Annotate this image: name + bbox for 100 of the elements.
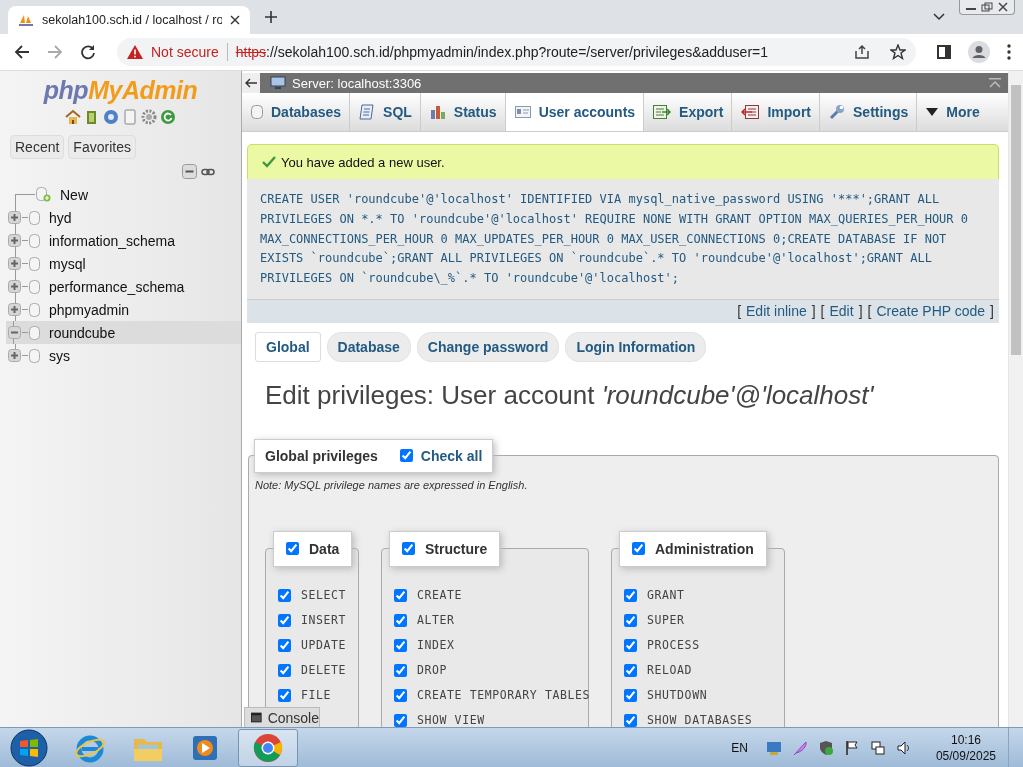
privilege-checkbox[interactable] <box>394 664 407 677</box>
query-link[interactable]: Create PHP code <box>876 303 986 319</box>
checkmark-icon <box>262 156 276 168</box>
database-tree-item[interactable]: information_schema <box>8 229 241 252</box>
link-icon[interactable] <box>201 166 215 177</box>
plus-icon[interactable] <box>264 10 278 24</box>
restore-icon <box>980 2 994 12</box>
sidebar-tab[interactable]: Favorites <box>68 135 136 159</box>
database-icon <box>251 105 263 119</box>
console-bar[interactable]: Console <box>244 707 320 727</box>
check-all-checkbox[interactable] <box>399 449 413 463</box>
collapse-all-icon[interactable] <box>182 164 197 179</box>
window-controls[interactable] <box>959 0 1015 15</box>
sub-tab[interactable]: Database <box>326 332 411 362</box>
feather-icon[interactable] <box>791 739 808 756</box>
plus-icon[interactable] <box>8 211 21 224</box>
nav-tab[interactable]: User accounts <box>505 93 645 131</box>
database-icon <box>29 348 40 363</box>
nav-tab[interactable]: More <box>917 93 986 131</box>
nav-tab[interactable]: SQL <box>350 93 421 131</box>
privilege-checkbox[interactable] <box>394 614 407 627</box>
group-checkbox[interactable] <box>286 542 299 556</box>
query-link[interactable]: Edit <box>829 303 854 319</box>
query-link[interactable]: Edit inline <box>746 303 807 319</box>
privilege-checkbox[interactable] <box>624 589 637 602</box>
help-icon[interactable] <box>103 109 119 125</box>
scrollbar[interactable] <box>1008 71 1023 727</box>
message-text: You have added a new user. <box>281 154 445 170</box>
house-icon[interactable] <box>65 109 81 125</box>
privilege-checkbox[interactable] <box>394 589 407 602</box>
privilege-checkbox[interactable] <box>394 714 407 727</box>
database-tree-item[interactable]: roundcube <box>6 321 241 344</box>
clock[interactable]: 10:16 05/09/2025 <box>935 731 996 764</box>
security-label[interactable]: Not secure <box>151 44 219 60</box>
check-all-label[interactable]: Check all <box>420 448 483 464</box>
sub-tab[interactable]: Change password <box>416 332 560 362</box>
flag-icon[interactable] <box>843 739 860 756</box>
privilege-checkbox[interactable] <box>278 614 291 627</box>
nav-tab[interactable]: Databases <box>242 93 351 131</box>
address-bar[interactable]: Not secure https://sekolah100.sch.id/phpmyadmin/index.php?route=/server/privileges&adduser=1 <box>117 38 916 66</box>
speaker-icon[interactable] <box>895 739 912 756</box>
terminal-icon <box>251 712 262 723</box>
nav-tab[interactable]: Export <box>644 93 733 131</box>
privilege-checkbox[interactable] <box>624 639 637 652</box>
privilege-label: RELOAD <box>647 663 693 678</box>
collapse-up-icon[interactable] <box>988 77 1002 89</box>
start-orb-icon[interactable] <box>10 728 48 767</box>
sidebar-tab[interactable]: Recent <box>10 135 65 159</box>
privilege-checkbox[interactable] <box>394 689 407 702</box>
star-icon[interactable] <box>890 44 906 60</box>
gear-icon[interactable] <box>141 109 157 125</box>
privilege-checkbox[interactable] <box>278 639 291 652</box>
privilege-label: GRANT <box>647 588 685 603</box>
sub-tab[interactable]: Login Information <box>565 332 707 362</box>
nav-tab[interactable]: Import <box>732 93 820 131</box>
plus-icon[interactable] <box>8 280 21 293</box>
privilege-checkbox[interactable] <box>394 639 407 652</box>
nav-tab[interactable]: Status <box>420 93 506 131</box>
group-checkbox[interactable] <box>632 542 645 556</box>
back-arrow-icon[interactable] <box>14 44 30 60</box>
taskbar-app-button[interactable] <box>238 728 298 767</box>
server-title[interactable]: Server: localhost:3306 <box>292 75 422 91</box>
plus-icon[interactable] <box>8 234 21 247</box>
privilege-checkbox[interactable] <box>278 664 291 677</box>
logo[interactable]: phpMyAdmin <box>43 76 198 105</box>
database-tree-item[interactable]: New <box>8 183 241 206</box>
database-tree-item[interactable]: performance_schema <box>8 275 241 298</box>
side-panel-icon[interactable] <box>937 45 951 59</box>
privilege-checkbox[interactable] <box>624 664 637 677</box>
kebab-menu-icon[interactable] <box>1007 44 1011 60</box>
profile-icon[interactable] <box>968 41 990 63</box>
bracket: ] <box>858 303 863 319</box>
group-checkbox[interactable] <box>402 542 415 556</box>
shield-check-icon[interactable] <box>817 739 834 756</box>
plus-icon[interactable] <box>8 349 21 362</box>
forward-arrow-icon[interactable] <box>47 44 63 60</box>
privilege-checkbox[interactable] <box>624 614 637 627</box>
database-icon <box>29 233 40 248</box>
group-title: Structure <box>425 541 488 557</box>
privilege-checkbox[interactable] <box>278 589 291 602</box>
nav-tab[interactable]: Settings <box>820 93 918 131</box>
chevron-down-icon[interactable] <box>933 13 945 21</box>
privilege-label: UPDATE <box>301 638 347 653</box>
database-tree-item[interactable]: sys <box>8 344 241 367</box>
database-tree-item[interactable]: hyd <box>8 206 241 229</box>
share-icon[interactable] <box>854 44 870 60</box>
sub-tab[interactable]: Global <box>255 332 321 362</box>
database-tree-item[interactable]: phpmyadmin <box>8 298 241 321</box>
reload-icon[interactable] <box>80 44 96 60</box>
privilege-checkbox[interactable] <box>624 689 637 702</box>
minus-icon[interactable] <box>8 326 21 339</box>
privilege-checkbox[interactable] <box>278 689 291 702</box>
plus-icon[interactable] <box>8 303 21 316</box>
browser-tab[interactable]: sekolah100.sch.id / localhost / ro <box>8 6 250 34</box>
sql-query: CREATE USER 'roundcube'@'localhost' IDENTIFIED VIA mysql_native_password USING '***';GRANT ALL PRIVILEGES ON *.* TO 'roundcube'@'localhost' REQUIRE NONE WITH GRANT OPTION MAX_QUERIES_PER_HOUR 0 MAX_CONNECTIONS_PER_HOUR 0 MAX_UPDATES_PER_HOUR 0 MAX_USER_CONNECTIONS 0;CREATE DATABASE IF NOT EXISTS `roundcube`;GRANT ALL PRIVILEGES ON `roundcube`.* TO 'roundcube'@'localhost';GRANT ALL PRIVILEGES ON `roundcube\_%`.* TO 'roundcube'@'localhost'; <box>260 191 969 288</box>
close-icon[interactable] <box>230 15 240 25</box>
database-tree-item[interactable]: mysql <box>8 252 241 275</box>
plus-icon[interactable] <box>8 257 21 270</box>
language-indicator[interactable]: EN <box>731 740 748 755</box>
privilege-checkbox[interactable] <box>624 714 637 727</box>
